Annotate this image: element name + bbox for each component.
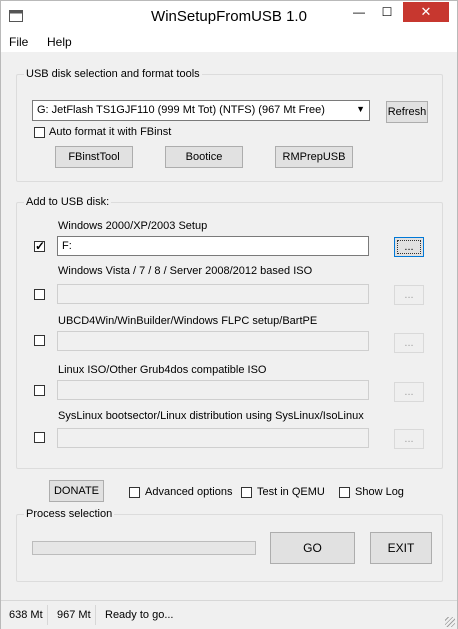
donate-button[interactable]: DONATE	[49, 480, 104, 502]
add-to-usb-group-label: Add to USB disk:	[24, 196, 112, 208]
title-bar[interactable]: WinSetupFromUSB 1.0 — ☐ ✕	[1, 1, 457, 32]
show-log-label: Show Log	[355, 486, 404, 498]
menu-bar: File Help	[1, 32, 457, 52]
refresh-button-label: Refresh	[387, 106, 427, 118]
auto-format-checkbox[interactable]	[34, 127, 45, 138]
syslinux-browse-button[interactable]: ...	[394, 429, 424, 449]
refresh-button[interactable]: Refresh	[386, 101, 428, 123]
linux-iso-path-input[interactable]	[57, 380, 369, 400]
maximize-button[interactable]: ☐	[374, 2, 400, 22]
fbinsttool-button[interactable]: FBinstTool	[55, 146, 133, 168]
auto-format-label: Auto format it with FBinst	[49, 126, 172, 138]
resize-grip-icon[interactable]	[445, 617, 455, 627]
exit-button[interactable]: EXIT	[370, 532, 432, 564]
windows-xp-setup-browse-button[interactable]: ...	[394, 237, 424, 257]
syslinux-checkbox[interactable]	[34, 432, 45, 443]
syslinux-label: SysLinux bootsector/Linux distribution u…	[58, 410, 364, 422]
windows-vista-iso-browse-button[interactable]: ...	[394, 285, 424, 305]
advanced-options-label: Advanced options	[145, 486, 233, 498]
usb-disk-selected-value: G: JetFlash TS1GJF110 (999 Mt Tot) (NTFS…	[37, 104, 325, 116]
browse-button-label: ...	[404, 289, 414, 301]
windows-xp-setup-path-input[interactable]: F:	[57, 236, 369, 256]
browse-button-label: ...	[404, 386, 414, 398]
syslinux-path-input[interactable]	[57, 428, 369, 448]
exit-button-label: EXIT	[387, 541, 415, 555]
bootice-button[interactable]: Bootice	[165, 146, 243, 168]
show-log-checkbox[interactable]	[339, 487, 350, 498]
ubcd4win-browse-button[interactable]: ...	[394, 333, 424, 353]
windows-xp-setup-checkbox[interactable]	[34, 239, 45, 253]
process-progress-bar	[32, 541, 256, 555]
windows-vista-iso-checkbox[interactable]	[34, 289, 45, 300]
test-in-qemu-label: Test in QEMU	[257, 486, 325, 498]
app-window: WinSetupFromUSB 1.0 — ☐ ✕ File Help USB …	[0, 0, 458, 629]
close-button[interactable]: ✕	[403, 2, 449, 22]
advanced-options-checkbox[interactable]	[129, 487, 140, 498]
status-message: Ready to go...	[105, 609, 174, 621]
windows-xp-setup-label: Windows 2000/XP/2003 Setup	[58, 220, 208, 232]
rmprepusb-button[interactable]: RMPrepUSB	[275, 146, 353, 168]
linux-iso-label: Linux ISO/Other Grub4dos compatible ISO	[58, 364, 267, 376]
windows-vista-iso-path-input[interactable]	[57, 284, 369, 304]
menu-file[interactable]: File	[9, 35, 28, 49]
go-button-label: GO	[303, 541, 322, 555]
rmprepusb-button-label: RMPrepUSB	[282, 151, 346, 163]
status-free-size: 967 Mt	[53, 605, 96, 625]
linux-iso-checkbox[interactable]	[34, 385, 45, 396]
usb-disk-select[interactable]: G: JetFlash TS1GJF110 (999 Mt Tot) (NTFS…	[32, 100, 370, 121]
chevron-down-icon: ▼	[356, 104, 365, 114]
status-disk-size: 638 Mt	[5, 605, 48, 625]
usb-disk-group-label: USB disk selection and format tools	[24, 68, 202, 80]
windows-xp-setup-path-value: F:	[62, 240, 72, 252]
linux-iso-browse-button[interactable]: ...	[394, 382, 424, 402]
browse-button-label: ...	[404, 337, 414, 349]
status-bar: 638 Mt 967 Mt Ready to go...	[1, 600, 457, 629]
ubcd4win-checkbox[interactable]	[34, 335, 45, 346]
ubcd4win-path-input[interactable]	[57, 331, 369, 351]
minimize-button[interactable]: —	[346, 2, 372, 22]
go-button[interactable]: GO	[270, 532, 355, 564]
donate-button-label: DONATE	[53, 485, 100, 497]
browse-button-label: ...	[404, 241, 414, 253]
process-selection-label: Process selection	[24, 508, 115, 520]
ubcd4win-label: UBCD4Win/WinBuilder/Windows FLPC setup/B…	[58, 315, 318, 327]
browse-button-label: ...	[404, 433, 414, 445]
fbinsttool-button-label: FBinstTool	[68, 151, 120, 163]
windows-vista-iso-label: Windows Vista / 7 / 8 / Server 2008/2012…	[58, 265, 313, 277]
menu-help[interactable]: Help	[47, 35, 72, 49]
test-in-qemu-checkbox[interactable]	[241, 487, 252, 498]
bootice-button-label: Bootice	[185, 151, 223, 163]
